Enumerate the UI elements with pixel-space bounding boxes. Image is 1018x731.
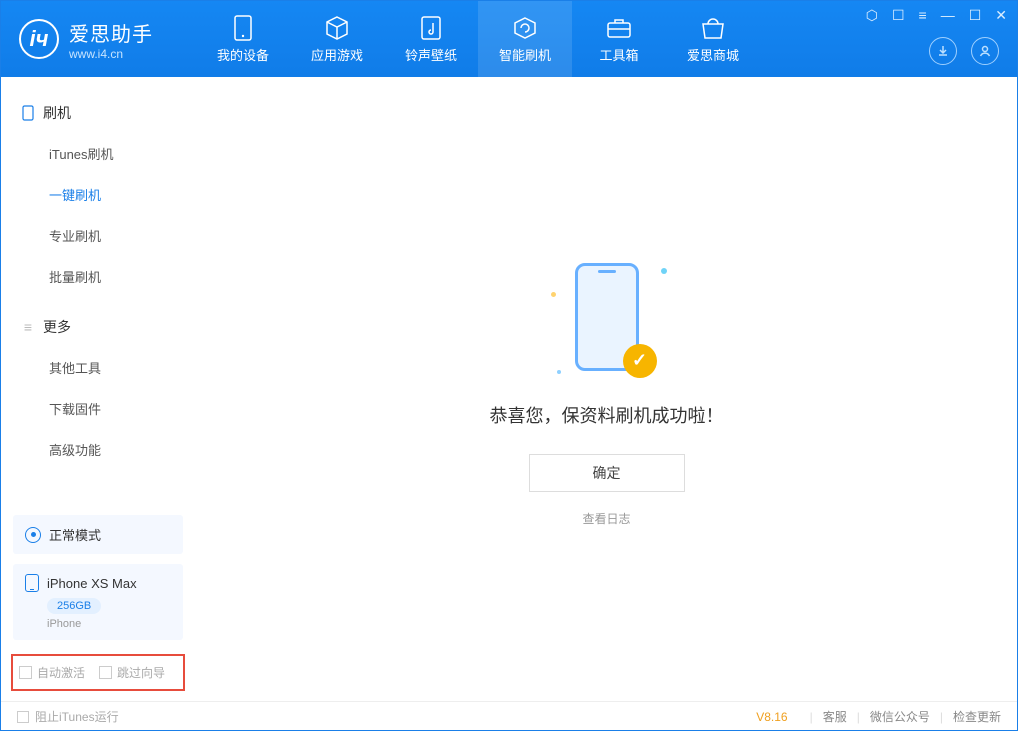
tab-toolbox[interactable]: 工具箱 (572, 1, 666, 77)
device-name: iPhone XS Max (47, 576, 137, 591)
device-subtype: iPhone (47, 618, 171, 630)
tab-label: 铃声壁纸 (405, 45, 457, 64)
checkbox-label: 阻止iTunes运行 (35, 708, 119, 725)
separator: | (810, 710, 813, 724)
check-badge-icon: ✓ (623, 344, 657, 378)
skip-guide-checkbox[interactable]: 跳过向导 (99, 664, 165, 681)
tab-label: 工具箱 (599, 45, 638, 64)
logo-area: iч 爱思助手 www.i4.cn (1, 18, 196, 61)
tab-my-device[interactable]: 我的设备 (196, 1, 290, 77)
mode-label: 正常模式 (49, 525, 101, 544)
device-area: 正常模式 iPhone XS Max 256GB iPhone (1, 505, 195, 640)
device-icon (230, 15, 256, 41)
customer-service-link[interactable]: 客服 (823, 708, 847, 725)
status-bar: 阻止iTunes运行 V8.16 | 客服 | 微信公众号 | 检查更新 (1, 701, 1017, 731)
device-capacity: 256GB (47, 598, 101, 614)
tab-store[interactable]: 爱思商城 (666, 1, 760, 77)
section-title: 更多 (43, 317, 71, 337)
checkbox-label: 自动激活 (37, 664, 85, 681)
separator: | (940, 710, 943, 724)
tab-label: 智能刷机 (499, 45, 551, 64)
toolbox-icon (606, 15, 632, 41)
options-highlight-box: 自动激活 跳过向导 (11, 654, 185, 691)
success-illustration: ✓ (517, 252, 697, 382)
refresh-icon (512, 15, 538, 41)
sidebar-item-itunes-flash[interactable]: iTunes刷机 (1, 133, 195, 174)
sidebar-item-batch-flash[interactable]: 批量刷机 (1, 256, 195, 297)
minimize-button[interactable]: — (941, 7, 955, 24)
tab-label: 应用游戏 (311, 45, 363, 64)
device-card[interactable]: iPhone XS Max 256GB iPhone (13, 564, 183, 640)
separator: | (857, 710, 860, 724)
sidebar-item-pro-flash[interactable]: 专业刷机 (1, 215, 195, 256)
section-title: 刷机 (43, 103, 71, 123)
tab-apps-games[interactable]: 应用游戏 (290, 1, 384, 77)
device-phone-icon (25, 574, 39, 592)
main-tabs: 我的设备 应用游戏 铃声壁纸 智能刷机 工具箱 爱思商城 (196, 1, 760, 77)
auto-activate-checkbox[interactable]: 自动激活 (19, 664, 85, 681)
section-more: ≡ 更多 (1, 307, 195, 347)
sparkle-icon (551, 292, 556, 297)
main-panel: ✓ 恭喜您，保资料刷机成功啦！ 确定 查看日志 (196, 77, 1017, 701)
store-icon (700, 15, 726, 41)
feedback-icon[interactable]: ☐ (892, 7, 905, 24)
cube-icon (324, 15, 350, 41)
list-icon: ≡ (21, 320, 35, 334)
header-right-actions (929, 37, 999, 65)
close-button[interactable]: ✕ (995, 7, 1007, 24)
sidebar: 刷机 iTunes刷机 一键刷机 专业刷机 批量刷机 ≡ 更多 其他工具 下载固… (1, 77, 196, 701)
phone-outline-icon (21, 106, 35, 120)
user-button[interactable] (971, 37, 999, 65)
app-title: 爱思助手 (69, 18, 153, 47)
checkbox-icon (17, 711, 29, 723)
tab-smart-flash[interactable]: 智能刷机 (478, 1, 572, 77)
confirm-button[interactable]: 确定 (529, 454, 685, 492)
sidebar-item-advanced[interactable]: 高级功能 (1, 429, 195, 470)
maximize-button[interactable]: ☐ (969, 7, 982, 24)
checkbox-icon (19, 666, 32, 679)
wechat-link[interactable]: 微信公众号 (870, 708, 930, 725)
block-itunes-checkbox[interactable]: 阻止iTunes运行 (17, 708, 119, 725)
checkbox-label: 跳过向导 (117, 664, 165, 681)
sidebar-item-download-firmware[interactable]: 下载固件 (1, 388, 195, 429)
window-controls: ⬡ ☐ ≡ — ☐ ✕ (866, 7, 1007, 24)
checkbox-icon (99, 666, 112, 679)
check-update-link[interactable]: 检查更新 (953, 708, 1001, 725)
version-label: V8.16 (756, 710, 787, 724)
mode-dot-icon (25, 527, 41, 543)
download-button[interactable] (929, 37, 957, 65)
app-subtitle: www.i4.cn (69, 47, 153, 61)
section-flash: 刷机 (1, 93, 195, 133)
body: 刷机 iTunes刷机 一键刷机 专业刷机 批量刷机 ≡ 更多 其他工具 下载固… (1, 77, 1017, 701)
sidebar-item-other-tools[interactable]: 其他工具 (1, 347, 195, 388)
sidebar-item-oneclick-flash[interactable]: 一键刷机 (1, 174, 195, 215)
tab-ringtone-wallpaper[interactable]: 铃声壁纸 (384, 1, 478, 77)
sparkle-icon (661, 268, 667, 274)
mode-indicator[interactable]: 正常模式 (13, 515, 183, 554)
header: ⬡ ☐ ≡ — ☐ ✕ iч 爱思助手 www.i4.cn 我的设备 应用游戏 … (1, 1, 1017, 77)
success-message: 恭喜您，保资料刷机成功啦！ (490, 402, 724, 428)
sparkle-icon (557, 370, 561, 374)
music-icon (418, 15, 444, 41)
menu-icon[interactable]: ≡ (919, 7, 927, 24)
app-logo-icon: iч (19, 19, 59, 59)
view-log-link[interactable]: 查看日志 (582, 510, 630, 527)
tab-label: 爱思商城 (687, 45, 739, 64)
tab-label: 我的设备 (217, 45, 269, 64)
theme-icon[interactable]: ⬡ (866, 7, 878, 24)
